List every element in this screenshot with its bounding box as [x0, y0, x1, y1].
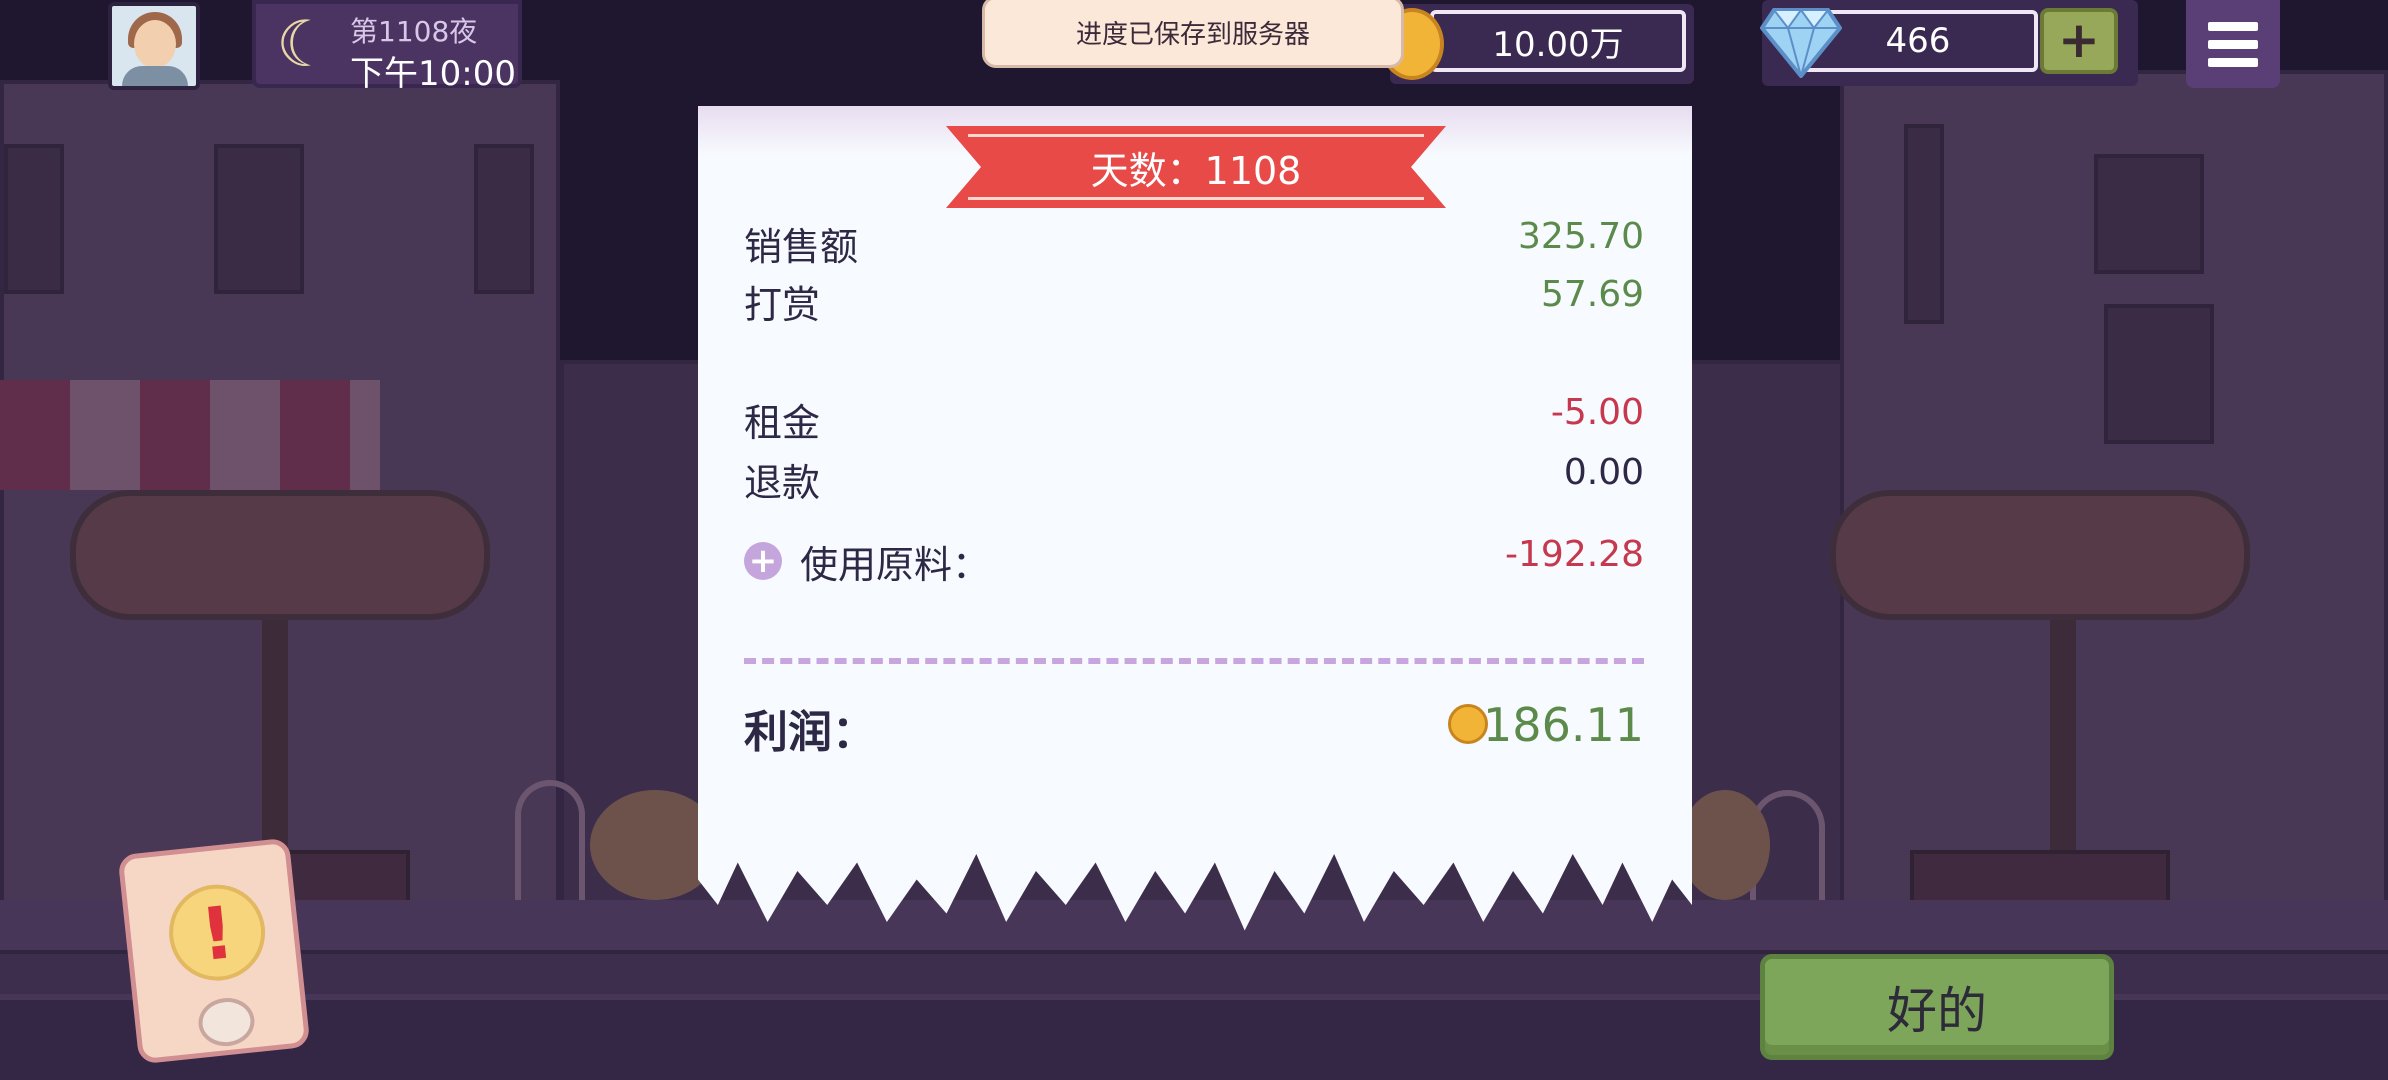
materials-label[interactable]: 使用原料：	[800, 534, 990, 589]
tips-label: 打赏	[744, 283, 821, 327]
alert-card-button[interactable]: !	[117, 837, 311, 1065]
time-label: 下午10:00	[350, 54, 516, 94]
daily-receipt-dialog: 天数：1108 销售额 325.70 打赏 57.69 租金 -5.00 退款 …	[698, 106, 1692, 956]
divider	[744, 658, 1644, 664]
materials-value: -192.28	[1505, 534, 1644, 575]
materials-row[interactable]: + 使用原料： -192.28	[744, 534, 1644, 590]
diamond-icon	[1760, 8, 1842, 78]
exclamation-icon: !	[164, 879, 270, 986]
sales-label: 销售额	[744, 225, 859, 269]
profit-value: 186.11	[1483, 698, 1644, 752]
card-dot	[196, 995, 257, 1049]
profit-label: 利润：	[744, 707, 876, 758]
rent-label: 租金	[744, 401, 821, 445]
menu-button[interactable]	[2186, 0, 2280, 88]
rent-value: -5.00	[1550, 392, 1644, 433]
day-ribbon: 天数：1108	[946, 126, 1446, 208]
moon-icon: ☾	[276, 8, 334, 82]
save-toast: 进度已保存到服务器	[982, 0, 1404, 68]
player-avatar[interactable]	[108, 2, 200, 90]
add-gems-button[interactable]: +	[2040, 8, 2118, 74]
day-time-panel[interactable]: ☾ 第1108夜 下午10:00	[252, 0, 522, 94]
tips-value: 57.69	[1540, 274, 1644, 315]
rent-row: 租金 -5.00	[744, 392, 1644, 448]
day-label: 第1108夜	[350, 15, 478, 48]
tips-row: 打赏 57.69	[744, 274, 1644, 330]
menu-icon	[2208, 22, 2258, 31]
sales-value: 325.70	[1518, 216, 1644, 257]
coin-icon	[1448, 704, 1488, 744]
refund-row: 退款 0.00	[744, 452, 1644, 508]
ok-button[interactable]: 好的	[1760, 954, 2114, 1060]
sales-row: 销售额 325.70	[744, 216, 1644, 272]
receipt-title: 天数：1108	[1090, 148, 1302, 193]
refund-value: 0.00	[1563, 452, 1644, 493]
refund-label: 退款	[744, 461, 821, 505]
plus-circle-icon[interactable]: +	[744, 542, 782, 580]
coin-balance[interactable]: 10.00万	[1430, 10, 1686, 72]
